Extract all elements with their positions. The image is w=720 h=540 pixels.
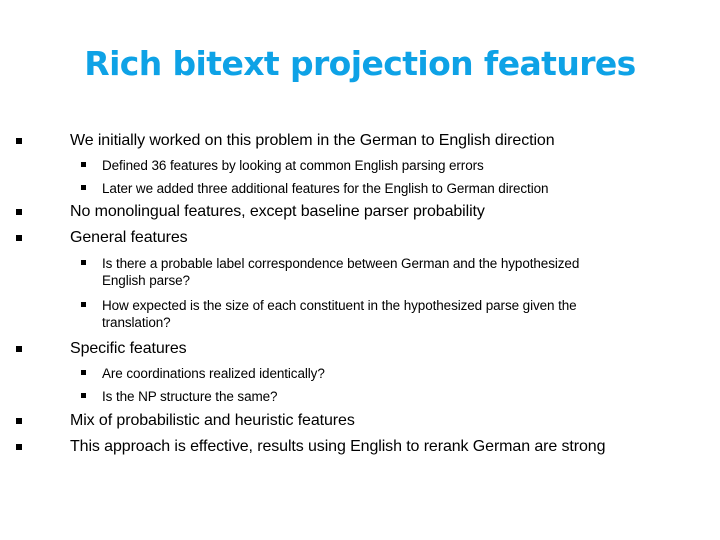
sub-bullet-text: Defined 36 features by looking at common…: [102, 158, 484, 173]
sub-bullet-text: Later we added three additional features…: [102, 181, 549, 196]
square-bullet-icon: [16, 418, 22, 424]
square-bullet-icon: [16, 235, 22, 241]
sub-bullet-text: Are coordinations realized identically?: [102, 366, 325, 381]
bullet-item: General features: [16, 229, 188, 247]
bullet-text: General features: [70, 229, 188, 246]
bullet-text: We initially worked on this problem in t…: [70, 132, 555, 149]
square-bullet-icon: [81, 370, 86, 375]
square-bullet-icon: [16, 138, 22, 144]
sub-bullet-item: Later we added three additional features…: [81, 180, 549, 197]
bullet-item: Specific features: [16, 340, 187, 358]
bullet-text: Mix of probabilistic and heuristic featu…: [70, 412, 355, 429]
bullet-text: No monolingual features, except baseline…: [70, 203, 485, 220]
square-bullet-icon: [81, 185, 86, 190]
square-bullet-icon: [81, 162, 86, 167]
bullet-item: This approach is effective, results usin…: [16, 438, 606, 456]
sub-bullet-text-line-1: How expected is the size of each constit…: [102, 298, 577, 313]
sub-bullet-text-line-2: English parse?: [102, 273, 190, 288]
slide-title: Rich bitext projection features: [84, 44, 636, 83]
square-bullet-icon: [81, 393, 86, 398]
square-bullet-icon: [81, 260, 86, 265]
sub-bullet-text: Is the NP structure the same?: [102, 389, 278, 404]
sub-bullet-item: Is there a probable label correspondence…: [81, 255, 580, 289]
sub-bullet-text-line-2: translation?: [102, 315, 171, 330]
sub-bullet-text-line-1: Is there a probable label correspondence…: [102, 256, 580, 271]
bullet-text: Specific features: [70, 340, 187, 357]
bullet-item: No monolingual features, except baseline…: [16, 203, 485, 221]
bullet-text: This approach is effective, results usin…: [70, 438, 606, 455]
square-bullet-icon: [16, 346, 22, 352]
sub-bullet-item: Is the NP structure the same?: [81, 388, 278, 405]
square-bullet-icon: [16, 444, 22, 450]
square-bullet-icon: [81, 302, 86, 307]
square-bullet-icon: [16, 209, 22, 215]
bullet-item: Mix of probabilistic and heuristic featu…: [16, 412, 355, 430]
sub-bullet-item: Defined 36 features by looking at common…: [81, 157, 484, 174]
sub-bullet-item: How expected is the size of each constit…: [81, 297, 577, 331]
sub-bullet-item: Are coordinations realized identically?: [81, 365, 325, 382]
bullet-item: We initially worked on this problem in t…: [16, 132, 555, 150]
